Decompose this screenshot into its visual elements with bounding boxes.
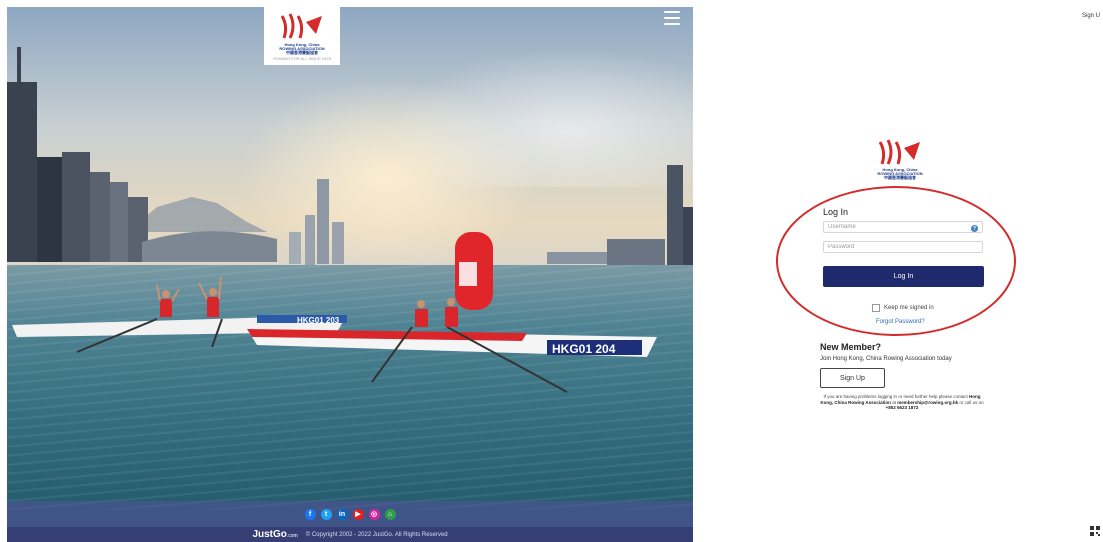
keep-signed-in-checkbox[interactable] — [872, 304, 880, 312]
justgo-brand[interactable]: JustGo.com — [252, 529, 297, 540]
username-input[interactable] — [823, 221, 983, 233]
join-text: Join Hong Kong, China Rowing Association… — [820, 356, 952, 362]
social-links-bar: f t in ▶ ◎ ⌂ — [7, 501, 693, 527]
youtube-icon[interactable]: ▶ — [352, 508, 364, 520]
signup-button[interactable]: Sign Up — [820, 368, 885, 388]
login-title: Log In — [823, 207, 849, 217]
keep-signed-in-label[interactable]: Keep me signed in — [884, 305, 934, 311]
rowing-logo-icon — [878, 139, 920, 165]
copyright-text: © Copyright 2002 - 2022 JustGo. All Righ… — [305, 531, 448, 538]
password-input[interactable] — [823, 241, 983, 253]
boat-number-2: HKG01 203 — [297, 316, 340, 325]
hamburger-menu-icon[interactable] — [664, 11, 680, 25]
login-button[interactable]: Log In — [823, 266, 984, 287]
login-highlight-circle — [776, 186, 1016, 336]
logo-org-chinese: 中國香港賽艇協會 — [286, 50, 318, 55]
facebook-icon[interactable]: f — [304, 508, 316, 520]
twitter-icon[interactable]: t — [320, 508, 332, 520]
help-phone: +852 5623 1872 — [885, 405, 919, 410]
logo-tagline: ROWING FOR ALL SINCE 1978 — [273, 56, 331, 61]
help-icon[interactable]: ? — [971, 225, 978, 232]
linkedin-icon[interactable]: in — [336, 508, 348, 520]
rowing-boats: HKG01 203 HKG01 204 — [12, 232, 657, 393]
footer-bar: JustGo.com © Copyright 2002 - 2022 JustG… — [7, 527, 693, 542]
help-email-link[interactable]: membership@rowing.org.hk — [897, 400, 958, 405]
help-text: If you are having problems logging in or… — [820, 394, 984, 410]
home-icon[interactable]: ⌂ — [384, 508, 396, 520]
hero-image: HKG01 203 HKG01 204 Hong Kong, China ROW… — [7, 7, 693, 542]
hero-logo[interactable]: Hong Kong, China ROWING ASSOCIATION 中國香港… — [264, 7, 340, 65]
forgot-password-link[interactable]: Forgot Password? — [876, 319, 925, 325]
keep-signed-in-row: Keep me signed in — [872, 304, 934, 312]
boat-number-1: HKG01 204 — [552, 342, 616, 356]
instagram-icon[interactable]: ◎ — [368, 508, 380, 520]
header-signup-link[interactable]: Sign U — [1082, 13, 1100, 19]
new-member-title: New Member? — [820, 342, 882, 352]
login-logo-org-chinese: 中國香港賽艇協會 — [884, 175, 916, 180]
qr-code-icon[interactable] — [1090, 526, 1100, 536]
rowing-logo-icon — [280, 13, 322, 39]
